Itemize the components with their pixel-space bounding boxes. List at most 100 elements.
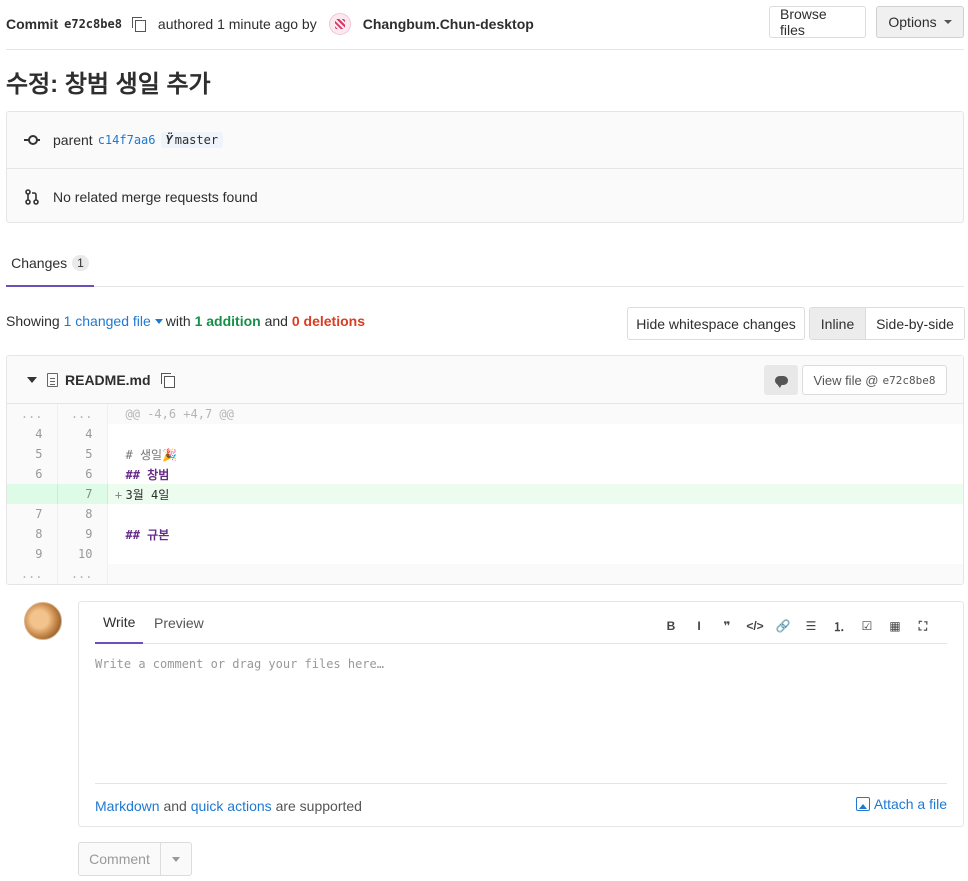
merge-request-text: No related merge requests found — [53, 188, 258, 205]
showing-text: Showing — [6, 313, 60, 329]
commit-label: Commit — [6, 16, 59, 32]
author-avatar[interactable] — [328, 13, 351, 35]
new-line-number[interactable]: ... — [57, 404, 108, 424]
old-line-number[interactable]: 9 — [7, 544, 58, 564]
new-line-number[interactable]: 7 — [57, 484, 108, 504]
bullet-list-icon[interactable]: ☰ — [797, 616, 825, 636]
commit-info-box: parent c14f7aa6 Ÿmaster No related merge… — [6, 111, 964, 223]
code-icon[interactable]: </> — [741, 616, 769, 636]
line-content — [107, 424, 963, 444]
bold-icon[interactable]: B — [657, 616, 685, 636]
new-line-number[interactable]: 4 — [57, 424, 108, 444]
caret-down-icon — [943, 20, 952, 24]
commit-header: Commit e72c8be8 authored 1 minute ago by… — [6, 6, 964, 50]
editor-footer: Markdown and quick actions are supported… — [95, 783, 947, 827]
markdown-toolbar: B I ❞ </> 🔗 ☰ ⒈ ☑ ▦ ⛶ — [657, 616, 937, 636]
view-file-sha: e72c8be8 — [882, 373, 936, 387]
diff-hunk-header: ...... — [7, 564, 963, 584]
new-line-number[interactable]: 9 — [57, 524, 108, 544]
old-line-number[interactable]: 6 — [7, 464, 58, 484]
line-content: # 생일🎉 — [125, 447, 177, 462]
line-content — [107, 544, 963, 564]
view-file-label: View file @ — [813, 372, 879, 388]
task-list-icon[interactable]: ☑ — [853, 616, 881, 636]
author-name[interactable]: Changbum.Chun-desktop — [363, 16, 534, 32]
line-content — [107, 504, 963, 524]
diff-file: README.md View file @ e72c8be8 ...... @@… — [6, 355, 964, 585]
browse-files-button[interactable]: Browse files — [769, 6, 866, 38]
diff-summary: Showing 1 changed file with 1 addition an… — [6, 313, 365, 329]
view-file-button[interactable]: View file @ e72c8be8 — [802, 365, 947, 395]
old-line-number[interactable]: 4 — [7, 424, 58, 444]
new-line-number[interactable]: ... — [57, 564, 108, 584]
attach-file-label: Attach a file — [873, 796, 947, 812]
tab-changes-label: Changes — [11, 254, 68, 271]
copy-filename-icon[interactable] — [160, 372, 175, 388]
supported-text: are supported — [275, 797, 362, 814]
file-icon — [47, 372, 58, 387]
merge-request-row: No related merge requests found — [7, 168, 963, 224]
diff-line: 9 10 — [7, 544, 963, 564]
old-line-number[interactable]: 7 — [7, 504, 58, 524]
markdown-link[interactable]: Markdown — [95, 798, 160, 814]
side-by-side-view-button[interactable]: Side-by-side — [866, 308, 964, 339]
comment-submit-group: Comment — [78, 842, 192, 876]
comment-textarea[interactable]: Write a comment or drag your files here… — [95, 657, 384, 671]
branch-badge[interactable]: Ÿmaster — [160, 132, 224, 148]
copy-sha-icon[interactable] — [131, 17, 146, 32]
tab-write[interactable]: Write — [95, 602, 144, 644]
italic-icon[interactable]: I — [685, 616, 713, 636]
changed-files-dropdown[interactable]: 1 changed file — [64, 313, 166, 329]
diff-table: ...... @@ -4,6 +4,7 @@ 4 4 55 # 생일🎉 6 6 ## 창… — [7, 404, 963, 584]
comment-button[interactable]: Comment — [79, 843, 161, 875]
commit-tabs: Changes 1 — [6, 240, 964, 287]
old-line-number[interactable]: 8 — [7, 524, 58, 544]
table-icon[interactable]: ▦ — [881, 616, 909, 636]
options-button[interactable]: Options — [876, 6, 964, 38]
branch-name: master — [174, 133, 219, 147]
options-label: Options — [888, 14, 937, 30]
inline-view-button[interactable]: Inline — [810, 308, 866, 339]
quote-icon[interactable]: ❞ — [713, 616, 741, 636]
user-avatar[interactable] — [24, 602, 62, 640]
with-text: with — [165, 313, 191, 329]
diff-line: 44 — [7, 424, 963, 444]
caret-down-icon — [154, 319, 163, 324]
tab-changes[interactable]: Changes 1 — [6, 240, 94, 287]
numbered-list-icon[interactable]: ⒈ — [825, 616, 853, 636]
quick-actions-link[interactable]: quick actions — [191, 798, 272, 814]
line-content: +3월 4일 — [107, 484, 963, 504]
diff-line: 89 ## 규본 — [7, 524, 963, 544]
old-line-number[interactable]: ... — [7, 404, 58, 424]
comment-type-dropdown[interactable] — [161, 843, 191, 875]
old-line-number[interactable]: ... — [7, 564, 58, 584]
collapse-toggle-icon[interactable] — [27, 376, 37, 383]
old-line-number[interactable] — [7, 484, 58, 504]
branch-icon: Ÿ — [165, 133, 173, 147]
new-line-number[interactable]: 10 — [57, 544, 108, 564]
diff-line: 78 — [7, 504, 963, 524]
diff-hunk-header: ...... @@ -4,6 +4,7 @@ — [7, 404, 963, 424]
new-line-number[interactable]: 8 — [57, 504, 108, 524]
new-line-number[interactable]: 6 — [57, 464, 108, 484]
and-text: and — [264, 313, 288, 329]
comment-icon — [774, 375, 788, 388]
editor-tabs: Write Preview B I ❞ </> 🔗 ☰ ⒈ ☑ ▦ ⛶ — [95, 602, 947, 644]
old-line-number[interactable]: 5 — [7, 444, 58, 464]
attach-file-link[interactable]: Attach a file — [855, 796, 947, 812]
diff-view-toggle: Inline Side-by-side — [809, 307, 965, 340]
toggle-comments-button[interactable] — [764, 365, 798, 395]
line-content — [107, 564, 963, 584]
fullscreen-icon[interactable]: ⛶ — [909, 616, 937, 636]
commit-title: 수정: 창범 생일 추가 — [6, 71, 211, 98]
new-line-number[interactable]: 5 — [57, 444, 108, 464]
link-icon[interactable]: 🔗 — [769, 616, 797, 636]
tab-preview[interactable]: Preview — [154, 602, 204, 643]
parent-sha-link[interactable]: c14f7aa6 — [98, 133, 156, 147]
commit-meta: Commit e72c8be8 authored 1 minute ago by… — [6, 13, 534, 35]
authored-text: authored 1 minute ago by — [157, 16, 317, 32]
diff-file-header: README.md View file @ e72c8be8 — [7, 356, 963, 404]
hide-whitespace-button[interactable]: Hide whitespace changes — [627, 307, 805, 340]
file-name: README.md — [65, 371, 151, 388]
parent-label: parent — [53, 132, 93, 148]
